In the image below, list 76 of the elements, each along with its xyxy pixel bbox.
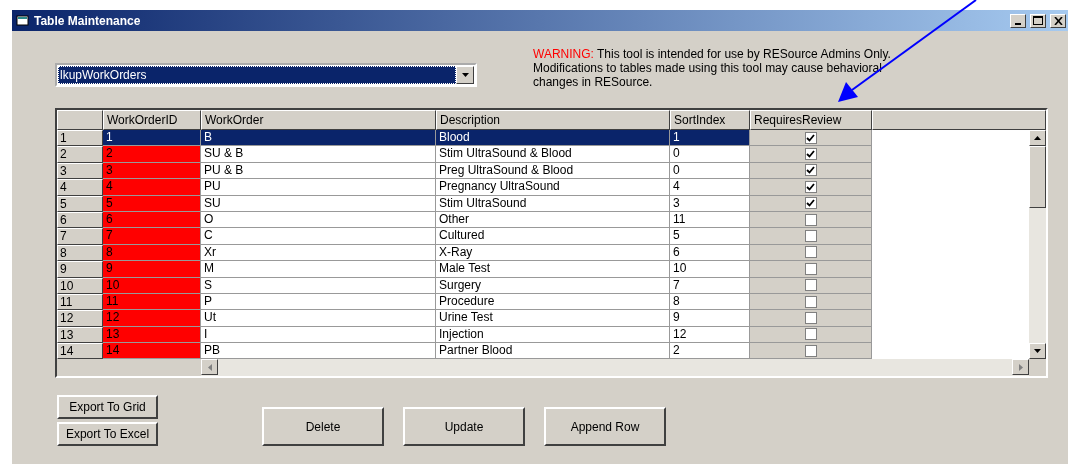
column-header[interactable]: RequiresReview — [750, 110, 872, 130]
scroll-right-icon — [1018, 363, 1023, 371]
action-button[interactable]: Delete — [262, 407, 384, 446]
checkbox[interactable] — [804, 131, 817, 144]
checkbox[interactable] — [804, 312, 817, 324]
export-button[interactable]: Export To Excel — [57, 422, 158, 446]
warning-text: WARNING: This tool is intended for use by RESource Admins Only. Modifications to tables made using this tool may cause behavioral changes in RESource. — [533, 47, 892, 91]
checkbox[interactable] — [804, 180, 817, 193]
column-header[interactable]: Description — [436, 110, 670, 130]
table-cell: 12 — [103, 310, 201, 327]
row-header[interactable]: 9 — [57, 261, 103, 278]
table-cell: Pregnancy UltraSound — [436, 179, 670, 196]
table-cell: C — [201, 228, 436, 245]
table-cell: B — [201, 130, 436, 147]
scroll-left-icon — [207, 363, 212, 371]
table-cell: 2 — [670, 343, 750, 360]
scroll-down-icon — [1034, 349, 1041, 354]
row-header[interactable]: 12 — [57, 310, 103, 327]
checkbox[interactable] — [804, 246, 817, 259]
action-button[interactable]: Update — [403, 407, 525, 446]
window-icon — [16, 14, 30, 27]
table-cell: 9 — [103, 261, 201, 278]
window-title: Table Maintenance — [34, 13, 142, 28]
checkbox[interactable] — [804, 148, 817, 161]
row-header[interactable]: 7 — [57, 228, 103, 245]
close-button[interactable] — [1050, 13, 1066, 28]
maximize-icon — [1033, 16, 1043, 25]
table-cell: 4 — [670, 179, 750, 196]
row-header[interactable]: 4 — [57, 179, 103, 196]
scroll-up-icon — [1034, 136, 1041, 140]
table-cell: 1 — [103, 130, 201, 147]
table-cell: 7 — [103, 228, 201, 245]
row-header[interactable]: 1 — [57, 130, 103, 147]
minimize-icon — [1015, 22, 1021, 25]
table-cell: SU & B — [201, 146, 436, 163]
checkbox[interactable] — [804, 213, 817, 226]
table-cell: 9 — [670, 310, 750, 327]
close-icon — [1053, 16, 1063, 25]
minimize-button[interactable] — [1010, 13, 1026, 28]
table-cell: 4 — [103, 179, 201, 196]
table-cell: Blood — [436, 130, 670, 147]
checkbox[interactable] — [804, 230, 817, 243]
checkbox[interactable] — [804, 197, 817, 210]
table-cell: M — [201, 261, 436, 278]
checkbox[interactable] — [804, 344, 817, 357]
checkbox[interactable] — [804, 328, 817, 341]
table-cell: 5 — [670, 228, 750, 245]
table-dropdown[interactable]: lkupWorkOrders — [55, 63, 477, 87]
table-cell: Male Test — [436, 261, 670, 278]
dropdown-arrow-icon — [461, 73, 469, 77]
column-header[interactable]: SortIndex — [670, 110, 750, 130]
row-header[interactable]: 2 — [57, 146, 103, 163]
maximize-button[interactable] — [1030, 13, 1046, 28]
checkbox[interactable] — [804, 295, 817, 308]
column-header[interactable]: WorkOrderID — [103, 110, 201, 130]
table-cell: Partner Blood — [436, 343, 670, 360]
checkbox[interactable] — [804, 279, 817, 292]
table-cell: Urine Test — [436, 310, 670, 327]
checkbox[interactable] — [804, 164, 817, 177]
table-cell: 0 — [670, 146, 750, 163]
table-cell: Ut — [201, 310, 436, 327]
table-cell: Stim UltraSound & Blood — [436, 146, 670, 163]
checkbox[interactable] — [804, 262, 817, 275]
table-cell: 14 — [103, 343, 201, 360]
table-cell: PU — [201, 179, 436, 196]
export-button[interactable]: Export To Grid — [57, 395, 158, 419]
horizontal-scrollbar[interactable] — [201, 359, 1029, 377]
row-header[interactable]: 14 — [57, 343, 103, 360]
table-cell: 2 — [103, 146, 201, 163]
table-cell: Cultured — [436, 228, 670, 245]
table-cell: 10 — [670, 261, 750, 278]
table-cell: PB — [201, 343, 436, 360]
action-button[interactable]: Append Row — [544, 407, 666, 446]
table-cell: 1 — [670, 130, 750, 147]
vertical-scrollbar[interactable] — [1029, 130, 1046, 360]
column-header[interactable]: WorkOrder — [201, 110, 436, 130]
